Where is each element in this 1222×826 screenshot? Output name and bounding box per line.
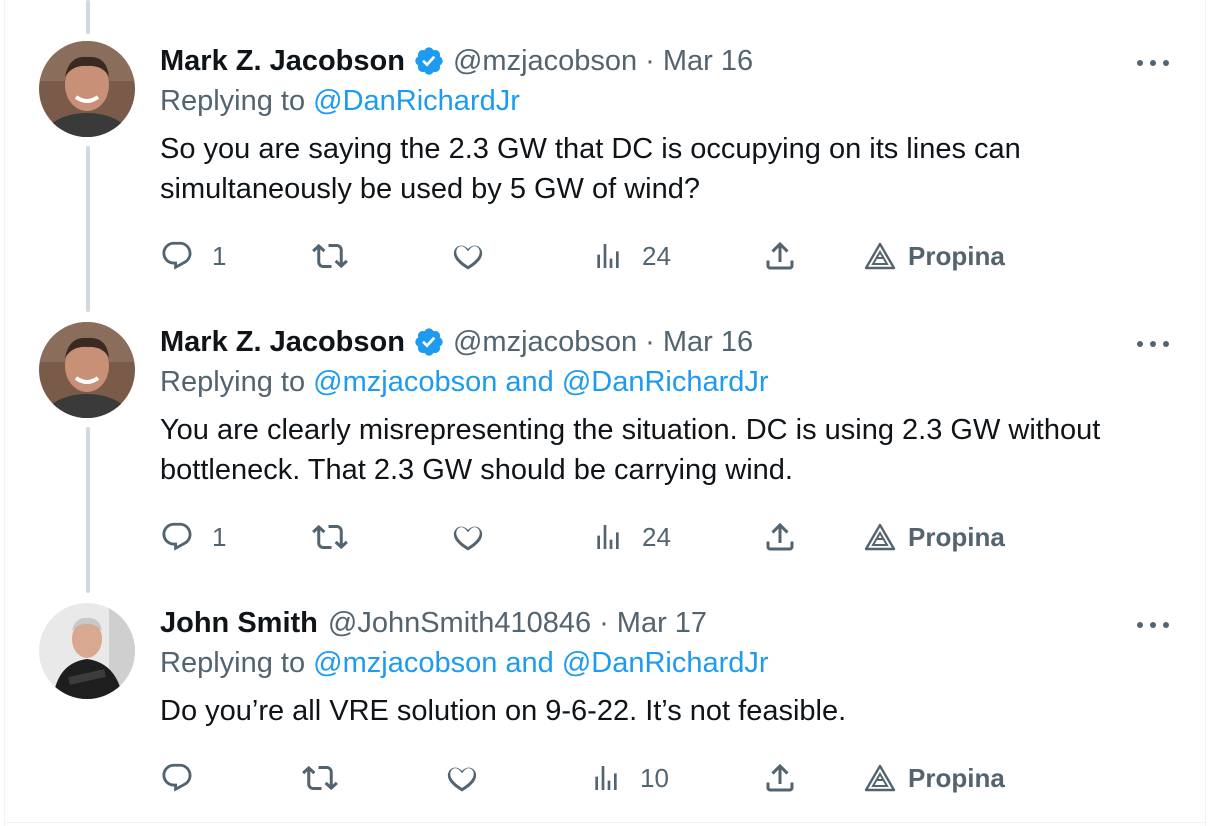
tip-label: Propina	[908, 521, 1005, 552]
tweet-header: Mark Z. Jacobson @mzjacobson · Mar 16	[160, 41, 753, 81]
replying-prefix: Replying to	[160, 366, 306, 398]
replying-to: Replying to @mzjacobson and @DanRichardJ…	[160, 647, 769, 680]
like-icon	[444, 760, 480, 796]
tip-label: Propina	[908, 240, 1005, 271]
replying-to-link[interactable]: @DanRichardJr	[313, 85, 520, 117]
tweet-header: John Smith @JohnSmith410846 · Mar 17	[160, 603, 707, 643]
tip-button[interactable]: Propina	[864, 238, 1005, 274]
more-icon[interactable]	[1137, 334, 1169, 354]
avatar[interactable]	[39, 322, 135, 418]
replying-prefix: Replying to	[160, 85, 306, 117]
views-icon	[590, 762, 622, 794]
reply-button[interactable]: 1	[160, 519, 226, 555]
reply-count: 1	[212, 240, 227, 271]
reply-button[interactable]: 1	[160, 238, 226, 274]
share-icon	[762, 760, 798, 796]
tweet-header: Mark Z. Jacobson @mzjacobson · Mar 16	[160, 322, 753, 362]
tweet-actions: 10 Propina	[160, 760, 1060, 796]
more-icon[interactable]	[1137, 615, 1169, 635]
tweet-text-line: You are clearly misrepresenting the situ…	[160, 414, 1101, 446]
like-button[interactable]	[450, 519, 504, 555]
tweet-date[interactable]: Mar 16	[663, 326, 753, 359]
author-handle[interactable]: @mzjacobson	[453, 45, 637, 78]
tweet-actions: 1 24 Propina	[160, 238, 1060, 274]
tweet-date[interactable]: Mar 16	[663, 45, 753, 78]
tweet-text-line: simultaneously be used by 5 GW of wind?	[160, 173, 700, 205]
like-button[interactable]	[444, 760, 498, 796]
replying-to-link[interactable]: @mzjacobson and @DanRichardJr	[313, 366, 768, 398]
tip-button[interactable]: Propina	[864, 760, 1005, 796]
tweet-text: Do you’re all VRE solution on 9-6-22. It…	[160, 691, 1170, 731]
author-handle[interactable]: @JohnSmith410846	[328, 607, 591, 640]
author-name[interactable]: John Smith	[160, 607, 318, 640]
tip-icon	[864, 523, 896, 551]
replying-prefix: Replying to	[160, 647, 306, 679]
tweet-actions: 1 24 Propina	[160, 519, 1060, 555]
author-handle[interactable]: @mzjacobson	[453, 326, 637, 359]
avatar[interactable]	[39, 41, 135, 137]
views-icon	[592, 521, 624, 553]
thread-line-top	[86, 0, 90, 34]
share-button[interactable]	[762, 760, 798, 796]
view-count: 24	[642, 521, 671, 552]
separator-dot: ·	[645, 44, 655, 77]
tweet-text-line: bottleneck. That 2.3 GW should be carryi…	[160, 454, 793, 486]
share-button[interactable]	[762, 238, 798, 274]
view-count: 10	[640, 762, 669, 793]
tweet-date[interactable]: Mar 17	[617, 607, 707, 640]
tip-button[interactable]: Propina	[864, 519, 1005, 555]
views-icon	[592, 240, 624, 272]
author-name[interactable]: Mark Z. Jacobson	[160, 326, 405, 359]
retweet-icon	[302, 760, 338, 796]
views-button[interactable]: 10	[590, 760, 669, 796]
replying-to: Replying to @mzjacobson and @DanRichardJ…	[160, 366, 769, 399]
retweet-button[interactable]	[312, 238, 366, 274]
retweet-icon	[312, 519, 348, 555]
avatar[interactable]	[39, 603, 135, 699]
retweet-button[interactable]	[302, 760, 356, 796]
tip-label: Propina	[908, 762, 1005, 793]
divider	[4, 822, 1205, 823]
thread-line-2	[86, 427, 90, 593]
separator-dot: ·	[645, 325, 655, 358]
separator-dot: ·	[599, 606, 609, 639]
tip-icon	[864, 242, 896, 270]
tweet-text-line: Do you’re all VRE solution on 9-6-22. It…	[160, 695, 847, 727]
share-icon	[762, 519, 798, 555]
retweet-icon	[312, 238, 348, 274]
verified-badge-icon[interactable]	[413, 326, 445, 358]
reply-icon	[160, 520, 194, 554]
tip-icon	[864, 764, 896, 792]
view-count: 24	[642, 240, 671, 271]
share-button[interactable]	[762, 519, 798, 555]
verified-badge-icon[interactable]	[413, 45, 445, 77]
more-icon[interactable]	[1137, 53, 1169, 73]
like-icon	[450, 519, 486, 555]
replying-to: Replying to @DanRichardJr	[160, 85, 520, 118]
replying-to-link[interactable]: @mzjacobson and @DanRichardJr	[313, 647, 768, 679]
reply-icon	[160, 239, 194, 273]
views-button[interactable]: 24	[592, 238, 671, 274]
tweet-text: So you are saying the 2.3 GW that DC is …	[160, 129, 1170, 209]
author-name[interactable]: Mark Z. Jacobson	[160, 45, 405, 78]
retweet-button[interactable]	[312, 519, 366, 555]
thread-line-1	[86, 146, 90, 312]
tweet-text: You are clearly misrepresenting the situ…	[160, 410, 1170, 490]
reply-count: 1	[212, 521, 227, 552]
like-button[interactable]	[450, 238, 504, 274]
share-icon	[762, 238, 798, 274]
reply-button[interactable]	[160, 760, 212, 796]
reply-icon	[160, 761, 194, 795]
tweet-text-line: So you are saying the 2.3 GW that DC is …	[160, 133, 1021, 165]
like-icon	[450, 238, 486, 274]
views-button[interactable]: 24	[592, 519, 671, 555]
